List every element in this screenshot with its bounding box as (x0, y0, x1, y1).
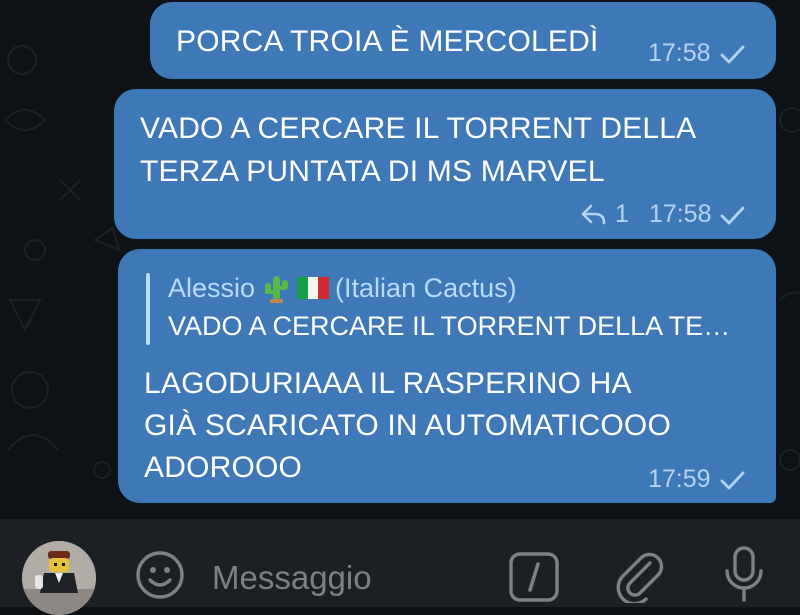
message-text: PORCA TROIA È MERCOLEDÌ (176, 25, 599, 58)
message-time: 17:59 (648, 465, 711, 493)
message-bubble-outgoing[interactable]: PORCA TROIA È MERCOLEDÌ 17:58 (150, 2, 776, 79)
italy-flag-icon (297, 277, 330, 299)
message-text-line: GIÀ SCARICATO IN AUTOMATICOOO (144, 409, 671, 442)
message-input[interactable]: Messaggio (212, 559, 372, 597)
message-bubble-outgoing[interactable]: VADO A CERCARE IL TORRENT DELLA TERZA PU… (114, 89, 776, 239)
message-text-line: TERZA PUNTATA DI MS MARVEL (140, 155, 605, 188)
quoted-reply[interactable]: Alessio (Italian Cactus) VADO A CERCARE … (146, 273, 746, 345)
sent-check-icon (721, 206, 745, 224)
slash-command-icon[interactable] (508, 551, 560, 603)
avatar-lego-figure-icon (22, 541, 96, 615)
microphone-icon[interactable] (720, 545, 768, 603)
reply-author-name: Alessio (168, 273, 256, 303)
sent-check-icon (720, 45, 744, 63)
reply-author-suffix: (Italian Cactus) (335, 273, 517, 303)
message-bubble-outgoing[interactable]: Alessio (Italian Cactus) VADO A CERCARE … (118, 249, 776, 503)
message-input-bar: Messaggio (0, 519, 800, 615)
emoji-icon[interactable] (134, 549, 186, 601)
message-meta: 1 17:58 (579, 200, 747, 229)
reply-accent-bar (146, 273, 150, 345)
message-text-line: LAGODURIAAA IL RASPERINO HA (144, 367, 632, 400)
cactus-icon (265, 276, 289, 303)
message-time: 17:58 (648, 39, 711, 67)
avatar[interactable] (22, 541, 96, 615)
message-meta: 17:58 (648, 39, 747, 68)
attach-icon[interactable] (612, 547, 668, 603)
quoted-text: VADO A CERCARE IL TORRENT DELLA TE… (168, 311, 731, 341)
message-text-line: ADOROOO (144, 451, 303, 484)
message-meta: 17:59 (648, 465, 747, 494)
reply-arrow-icon[interactable] (579, 202, 609, 228)
reply-count[interactable]: 1 (615, 200, 629, 229)
message-time: 17:58 (648, 200, 712, 228)
sent-check-icon (720, 471, 744, 489)
reply-author: Alessio (Italian Cactus) (168, 271, 517, 305)
message-text-line: VADO A CERCARE IL TORRENT DELLA (140, 112, 697, 145)
chat-area[interactable]: PORCA TROIA È MERCOLEDÌ 17:58 VADO A CER… (0, 0, 800, 519)
